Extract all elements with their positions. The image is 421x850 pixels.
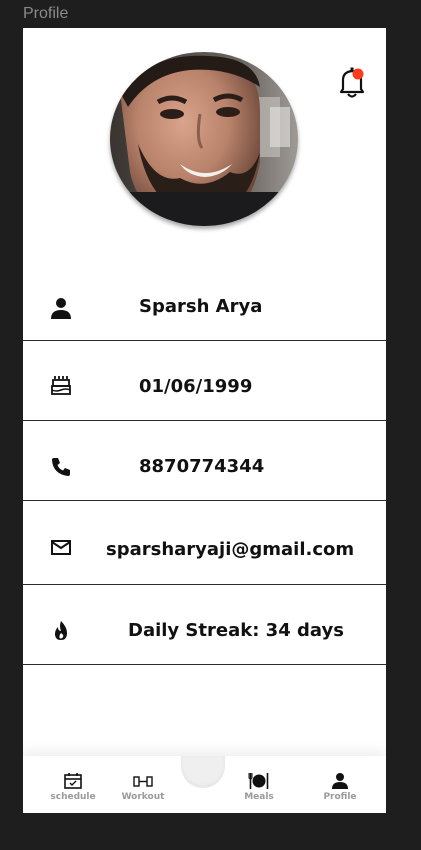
nav-item-schedule[interactable]: schedule bbox=[50, 772, 96, 802]
avatar[interactable] bbox=[110, 52, 298, 226]
nav-item-meals[interactable]: Meals bbox=[236, 772, 282, 802]
profile-name: Sparsh Arya bbox=[139, 296, 263, 317]
nav-item-profile[interactable]: Profile bbox=[317, 772, 363, 802]
plate-icon bbox=[248, 772, 270, 790]
name-row: Sparsh Arya bbox=[23, 268, 386, 341]
daily-streak: Daily Streak: 34 days bbox=[128, 620, 344, 641]
frame-title: Profile bbox=[23, 5, 69, 22]
email-row: sparsharyaji@gmail.com bbox=[23, 501, 386, 585]
nav-label-workout: Workout bbox=[121, 792, 165, 802]
phone-icon bbox=[49, 455, 73, 479]
nav-item-workout[interactable]: Workout bbox=[120, 772, 166, 802]
notification-dot bbox=[352, 68, 364, 80]
avatar-photo bbox=[110, 52, 298, 226]
cake-icon bbox=[49, 374, 73, 398]
bell-icon bbox=[339, 67, 365, 98]
mail-icon bbox=[49, 536, 73, 560]
calendar-icon bbox=[62, 772, 84, 790]
notification-bell-button[interactable] bbox=[337, 66, 367, 100]
phone-row: 8870774344 bbox=[23, 421, 386, 501]
nav-label-profile: Profile bbox=[323, 792, 357, 802]
profile-screen: Sparsh Arya 01/06/1999 8870774344 sparsh… bbox=[23, 28, 386, 813]
streak-row: Daily Streak: 34 days bbox=[23, 585, 386, 665]
nav-label-meals: Meals bbox=[244, 792, 274, 802]
person-icon bbox=[329, 772, 351, 790]
phone-number: 8870774344 bbox=[139, 456, 265, 477]
dob-row: 01/06/1999 bbox=[23, 341, 386, 421]
nav-label-schedule: schedule bbox=[50, 792, 96, 802]
dumbbell-icon bbox=[132, 772, 154, 790]
email-address: sparsharyaji@gmail.com bbox=[106, 539, 355, 560]
fire-icon bbox=[49, 619, 73, 643]
person-icon bbox=[49, 296, 73, 320]
date-of-birth: 01/06/1999 bbox=[139, 376, 253, 397]
